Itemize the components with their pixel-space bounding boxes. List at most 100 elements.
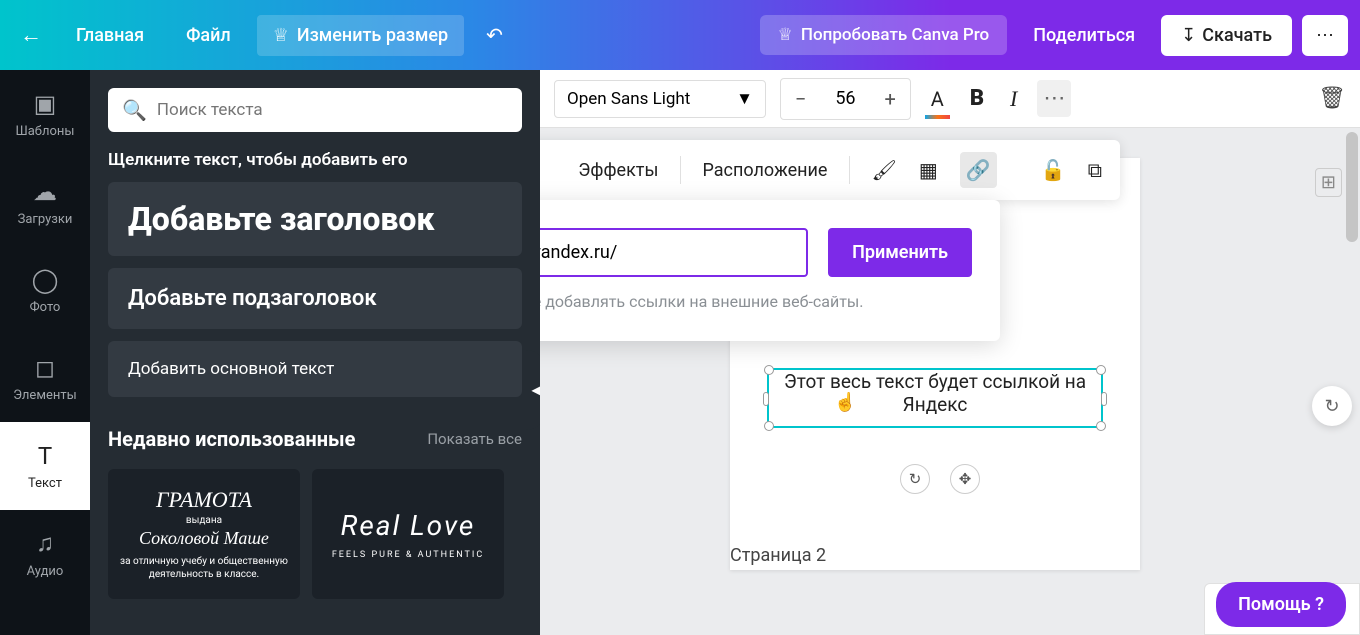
help-button[interactable]: Помощь ? (1216, 582, 1346, 627)
audio-icon: ♫ (36, 529, 54, 558)
link-hint: Вы можете добавлять ссылки на внешние ве… (540, 291, 972, 313)
font-size-value[interactable]: 56 (820, 80, 870, 117)
sidebar: ▣ Шаблоны ☁ Загрузки ◯ Фото ◻ Элементы T… (0, 70, 90, 635)
more-button[interactable]: ⋯ (1302, 15, 1348, 56)
main: ▣ Шаблоны ☁ Загрузки ◯ Фото ◻ Элементы T… (0, 70, 1360, 635)
back-icon[interactable]: ← (12, 22, 50, 48)
sidebar-label: Аудио (27, 564, 64, 579)
scrollbar[interactable] (1346, 132, 1358, 242)
card-text: FEELS PURE & AUTHENTIC (324, 550, 492, 560)
bold-button[interactable]: B (964, 80, 990, 117)
link-button[interactable]: 🔗 (960, 152, 997, 188)
cursor-hand-icon: ☝ (834, 392, 856, 413)
topbar-left: ← Главная Файл ♕ Изменить размер ↶ (12, 15, 515, 56)
sidebar-label: Текст (28, 476, 62, 491)
show-all-link[interactable]: Показать все (427, 430, 522, 448)
text-color-button[interactable]: A (925, 81, 950, 117)
add-page-button[interactable]: ⊞ (1315, 168, 1342, 197)
card-text: выдана (120, 515, 288, 526)
panel-collapse-button[interactable]: ◀ (526, 350, 540, 430)
sidebar-item-audio[interactable]: ♫ Аудио (0, 510, 90, 598)
resize-handle[interactable] (763, 392, 769, 406)
transparency-icon[interactable]: ▦ (919, 158, 938, 182)
lock-button[interactable]: 🔓 (1041, 158, 1066, 182)
page-label: Страница 2 (730, 545, 826, 566)
uploads-icon: ☁ (33, 178, 57, 206)
link-popup: Применить Вы можете добавлять ссылки на … (540, 200, 1000, 341)
effects-button[interactable]: Эффекты (578, 160, 658, 181)
resize-handle[interactable] (764, 421, 774, 431)
sidebar-label: Элементы (13, 388, 76, 403)
recent-card[interactable]: Real Love FEELS PURE & AUTHENTIC (312, 469, 504, 599)
link-row: Применить (540, 228, 972, 277)
add-heading-button[interactable]: Добавьте заголовок (108, 182, 522, 256)
move-button[interactable]: ✥ (950, 464, 980, 494)
italic-button[interactable]: I (1004, 80, 1023, 118)
recent-title: Недавно использованные (108, 427, 355, 451)
pro-label: Попробовать Canva Pro (801, 25, 989, 45)
sidebar-label: Загрузки (18, 212, 73, 227)
resize-label: Изменить размер (297, 25, 448, 46)
link-url-input[interactable] (540, 228, 808, 277)
photo-icon: ◯ (32, 266, 59, 294)
apply-link-button[interactable]: Применить (828, 228, 972, 277)
canvas-area: Open Sans Light ▼ − 56 + A B I ⋯ 🗑 U aA … (540, 70, 1360, 635)
sidebar-item-templates[interactable]: ▣ Шаблоны (0, 70, 90, 158)
sidebar-label: Фото (30, 300, 61, 315)
add-body-button[interactable]: Добавить основной текст (108, 341, 522, 397)
copy-button[interactable]: ⧉ (1088, 158, 1102, 182)
templates-icon: ▣ (34, 90, 57, 118)
try-pro-button[interactable]: ♕ Попробовать Canva Pro (760, 15, 1008, 55)
sidebar-item-photo[interactable]: ◯ Фото (0, 246, 90, 334)
search-input[interactable] (157, 100, 508, 120)
delete-button[interactable]: 🗑 (1318, 86, 1346, 111)
side-panel: 🔍 Щелкните текст, чтобы добавить его Доб… (90, 70, 540, 635)
recent-card[interactable]: ГРАМОТА выдана Соколовой Маше за отличну… (108, 469, 300, 599)
recent-grid: ГРАМОТА выдана Соколовой Маше за отличну… (108, 469, 522, 599)
panel-hint: Щелкните текст, чтобы добавить его (108, 150, 522, 170)
card-text: Соколовой Маше (120, 528, 288, 549)
size-minus-button[interactable]: − (781, 79, 820, 119)
download-button[interactable]: ↧ Скачать (1161, 15, 1292, 56)
resize-button[interactable]: ♕ Изменить размер (257, 15, 464, 56)
add-subheading-button[interactable]: Добавьте подзаголовок (108, 268, 522, 329)
card-text: Real Love (324, 509, 492, 542)
paint-roller-icon[interactable]: 🖌 (872, 158, 897, 182)
font-name: Open Sans Light (567, 89, 690, 109)
text-icon: T (38, 442, 52, 470)
cycle-button[interactable]: ↻ (1312, 386, 1352, 426)
secondary-toolbar: U aA ≡ ⋮≡ ⇅ Эффекты Расположение 🖌 ▦ 🔗 🔓… (540, 140, 1120, 200)
home-button[interactable]: Главная (60, 15, 160, 56)
sidebar-item-elements[interactable]: ◻ Элементы (0, 334, 90, 422)
card-text: ГРАМОТА (120, 487, 288, 513)
search-box[interactable]: 🔍 (108, 88, 522, 132)
resize-handle[interactable] (1096, 421, 1106, 431)
download-label: Скачать (1202, 25, 1272, 46)
elements-icon: ◻ (35, 354, 55, 382)
share-button[interactable]: Поделиться (1017, 15, 1151, 56)
card-text: за отличную учебу и общественную деятель… (120, 555, 288, 581)
crown-icon: ♕ (273, 25, 289, 46)
sidebar-item-text[interactable]: T Текст (0, 422, 90, 510)
text-toolbar: Open Sans Light ▼ − 56 + A B I ⋯ 🗑 (540, 70, 1360, 128)
font-select[interactable]: Open Sans Light ▼ (554, 80, 766, 118)
sidebar-item-uploads[interactable]: ☁ Загрузки (0, 158, 90, 246)
undo-icon[interactable]: ↶ (474, 23, 515, 47)
toolbar-more-button[interactable]: ⋯ (1037, 80, 1071, 117)
recent-header: Недавно использованные Показать все (108, 427, 522, 451)
resize-handle[interactable] (1101, 392, 1107, 406)
crown-icon: ♕ (778, 25, 793, 45)
text-element[interactable]: Этот весь текст будет ссылкой на Яндекс (770, 370, 1100, 416)
topbar-right: ♕ Попробовать Canva Pro Поделиться ↧ Ска… (760, 15, 1348, 56)
file-button[interactable]: Файл (170, 15, 247, 56)
font-size-control: − 56 + (780, 78, 911, 120)
sidebar-label: Шаблоны (15, 124, 74, 139)
rotate-button[interactable]: ↻ (900, 464, 930, 494)
search-icon: 🔍 (122, 98, 147, 122)
size-plus-button[interactable]: + (870, 79, 909, 119)
download-icon: ↧ (1181, 25, 1196, 46)
chevron-down-icon: ▼ (736, 89, 753, 109)
element-controls: ↻ ✥ (900, 464, 980, 494)
position-button[interactable]: Расположение (703, 160, 828, 181)
top-bar: ← Главная Файл ♕ Изменить размер ↶ ♕ Поп… (0, 0, 1360, 70)
